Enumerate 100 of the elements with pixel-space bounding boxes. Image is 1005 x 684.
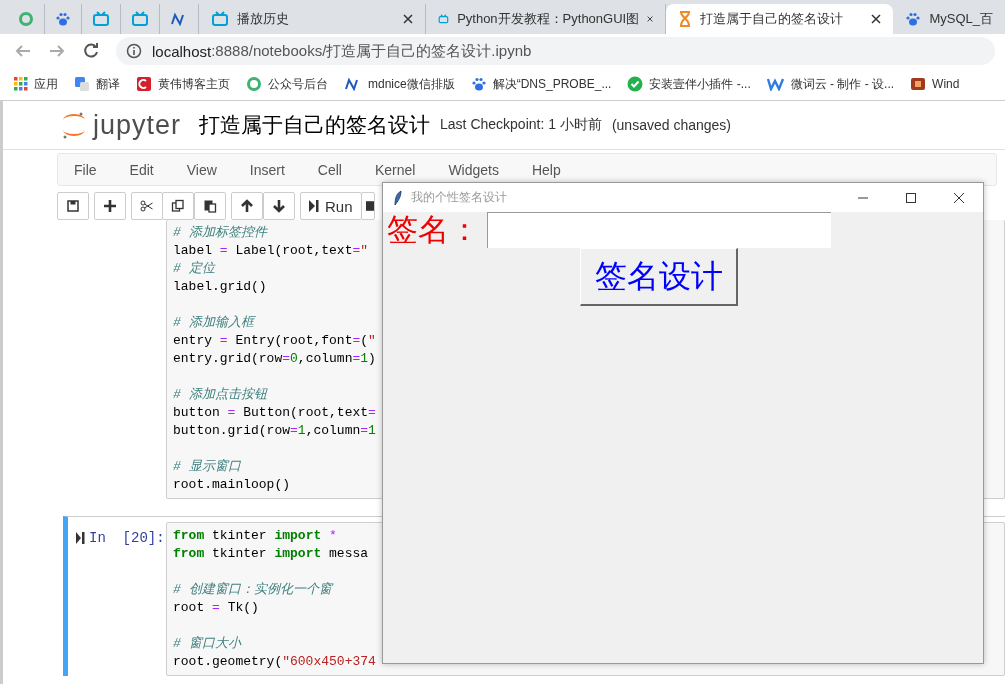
code-line: # 创建窗口：实例化一个窗 — [173, 581, 332, 599]
tv-icon — [92, 11, 110, 27]
menu-item[interactable]: Widgets — [448, 161, 499, 178]
cut-button[interactable] — [131, 192, 163, 220]
menu-item[interactable]: Cell — [317, 161, 342, 178]
bookmark-label: 应用 — [34, 75, 58, 93]
block-icon — [910, 76, 927, 92]
close-icon[interactable] — [403, 14, 414, 24]
bookmark-item[interactable]: Wind — [910, 76, 960, 92]
bookmark-label: 解决“DNS_PROBE_... — [492, 75, 612, 93]
code-line: entry = Entry(root,font=(" — [173, 332, 376, 350]
up-button[interactable] — [231, 192, 263, 220]
checkpoint-text: Last Checkpoint: 1 小时前 — [440, 116, 602, 134]
bookmark-label: 微词云 - 制作 - 设... — [790, 75, 895, 93]
menu-item[interactable]: View — [186, 161, 217, 178]
tab-title: Python开发教程：PythonGUI图 — [457, 10, 640, 28]
tab-title: MySQL_百 — [929, 10, 993, 28]
apps-grid-icon — [14, 77, 28, 91]
bookmark-item[interactable]: 公众号后台 — [246, 75, 328, 93]
browser-tab[interactable]: MySQL_百 — [893, 4, 1005, 34]
plus-icon — [103, 199, 117, 213]
paste-icon — [203, 199, 217, 213]
signature-label: 签名： — [386, 212, 481, 248]
bookmark-label: 翻译 — [96, 75, 120, 93]
design-button[interactable]: 签名设计 — [580, 248, 738, 306]
ring-icon — [18, 11, 34, 27]
paw-icon — [905, 11, 922, 27]
close-icon[interactable] — [953, 191, 965, 204]
logo-text[interactable]: jupyter — [93, 109, 182, 141]
paste-button[interactable] — [194, 192, 226, 220]
bookmark-item[interactable]: 安装壹伴小插件 -... — [627, 75, 751, 93]
code-line: root.geometry("600x450+374 — [173, 653, 376, 671]
menu-item[interactable]: File — [74, 161, 97, 178]
tab-title: 播放历史 — [237, 10, 289, 28]
reload-icon[interactable] — [82, 42, 100, 60]
bookmark-label: mdnice微信排版 — [368, 75, 455, 93]
code-line: # 定位 — [173, 260, 215, 278]
paw-icon — [55, 11, 71, 27]
scissors-icon — [140, 199, 154, 213]
menu-item[interactable]: Kernel — [374, 161, 416, 178]
menu-item[interactable]: Insert — [249, 161, 285, 178]
close-icon[interactable] — [871, 14, 882, 24]
code-line: # 添加点击按钮 — [173, 386, 267, 404]
floppy-icon — [66, 199, 80, 213]
unsaved-status: (unsaved changes) — [611, 117, 731, 133]
browser-tab[interactable]: 打造属于自己的签名设计 — [666, 4, 894, 34]
hourglass-icon — [678, 11, 693, 27]
code-line: label = Label(root,text=" — [173, 242, 369, 260]
translate-icon — [74, 76, 90, 92]
save-button[interactable] — [57, 192, 89, 220]
cell-prompt: In [20]: — [89, 530, 165, 546]
code-line: from tkinter import * — [173, 527, 337, 545]
code-line: from tkinter import messa — [173, 545, 369, 563]
bookmark-label: 公众号后台 — [268, 75, 328, 93]
bookmark-item[interactable]: mdnice微信排版 — [344, 75, 455, 93]
code-line: button = Button(root,text= — [173, 404, 376, 422]
ring-icon — [246, 76, 262, 92]
window-title: 我的个性签名设计 — [411, 189, 507, 206]
arrow-up-icon — [240, 199, 254, 213]
bookmark-item[interactable]: 应用 — [14, 75, 58, 93]
bookmark-item[interactable]: 解决“DNS_PROBE_... — [470, 75, 612, 93]
menu-item[interactable]: Help — [531, 161, 561, 178]
code-line: label.grid() — [173, 278, 267, 296]
square-icon — [136, 76, 152, 92]
info-icon — [126, 43, 142, 59]
run-icon — [309, 200, 319, 212]
code-line: entry.grid(row=0,column=1) — [173, 350, 376, 368]
bookmark-item[interactable]: 翻译 — [74, 75, 120, 93]
code-line: # 添加输入框 — [173, 314, 254, 332]
jupyter-logo-icon[interactable] — [61, 110, 87, 140]
stop-icon — [365, 200, 374, 212]
browser-tab[interactable]: 播放历史 — [199, 4, 427, 34]
code-line: button.grid(row=1,column=1 — [173, 422, 376, 440]
tab-title: 打造属于自己的签名设计 — [700, 10, 844, 28]
down-button[interactable] — [263, 192, 295, 220]
zigzag-icon — [766, 77, 785, 91]
code-line: # 窗口大小 — [173, 635, 241, 653]
close-icon[interactable] — [647, 14, 654, 24]
plus-button[interactable] — [94, 192, 126, 220]
address-field[interactable]: localhost:8888/notebooks/打造属于自己的签名设计.ipynb — [116, 37, 995, 65]
feather-icon — [393, 189, 403, 206]
notebook-title[interactable]: 打造属于自己的签名设计 — [199, 111, 431, 139]
tv-icon — [211, 11, 229, 27]
run-icon — [76, 532, 85, 544]
bookmark-item[interactable]: 黄伟博客主页 — [136, 75, 230, 93]
paw-icon — [470, 76, 487, 92]
arrow-down-icon — [272, 199, 286, 213]
signature-input[interactable] — [487, 212, 831, 248]
code-line: # 添加标签控件 — [173, 224, 267, 242]
tv-icon — [131, 11, 149, 27]
bookmark-label: Wind — [932, 77, 960, 91]
code-line: root = Tk() — [173, 599, 259, 617]
maximize-icon[interactable] — [905, 191, 917, 204]
copy-button[interactable] — [162, 192, 194, 220]
menu-item[interactable]: Edit — [129, 161, 154, 178]
check-circle-icon — [627, 76, 644, 92]
bookmark-label: 安装壹伴小插件 -... — [649, 75, 751, 93]
bookmark-label: 黄伟博客主页 — [158, 75, 230, 93]
bookmark-item[interactable]: 微词云 - 制作 - 设... — [766, 75, 895, 93]
run-button[interactable]: Run — [300, 192, 362, 220]
